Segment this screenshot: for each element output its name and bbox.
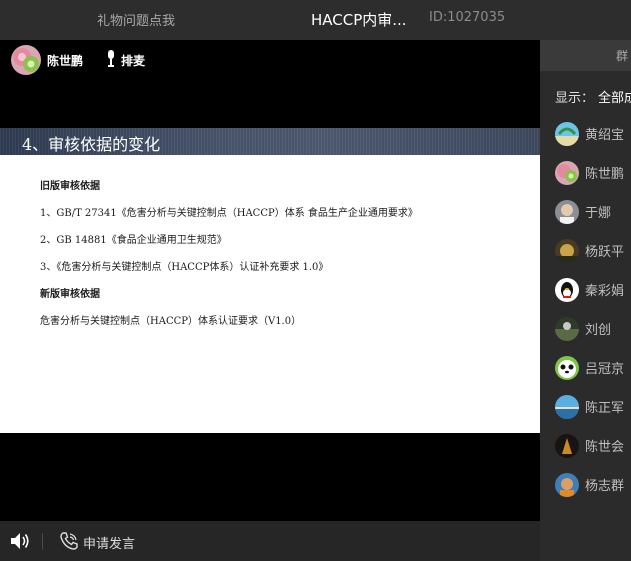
bottom-toolbar: 申请发言	[0, 521, 540, 561]
host-name: 陈世鹏	[47, 53, 84, 68]
slide-line: 新版审核依据	[40, 289, 100, 300]
member-name: 黄绍宝	[585, 128, 625, 143]
slide-title: 4、审核依据的变化	[22, 135, 161, 154]
avatar	[555, 278, 579, 302]
member-list: 黄绍宝 陈世鹏 于娜 杨跃平 秦彩娟 刘创 吕冠京 陈正军 陈世会 杨志群	[555, 120, 631, 510]
member-name: 秦彩娟	[585, 284, 625, 299]
avatar	[555, 200, 579, 224]
slide-body: 旧版审核依据 1、GB/T 27341《危害分析与关键控制点（HACCP）体系 …	[40, 177, 418, 339]
host-info[interactable]: 陈世鹏	[11, 45, 83, 75]
mic-queue-label: 排麦	[121, 53, 146, 68]
member-name: 吕冠京	[585, 362, 625, 377]
room-title: HACCP内审...	[311, 11, 407, 29]
list-item[interactable]: 刘创	[555, 315, 631, 354]
host-avatar	[11, 45, 41, 75]
avatar	[555, 473, 579, 497]
list-item[interactable]: 杨志群	[555, 471, 631, 510]
member-name: 陈世会	[585, 440, 625, 455]
avatar	[555, 161, 579, 185]
presentation-slide: 4、审核依据的变化 旧版审核依据 1、GB/T 27341《危害分析与关键控制点…	[0, 128, 540, 433]
slide-title-banner: 4、审核依据的变化	[0, 128, 540, 155]
avatar	[555, 122, 579, 146]
gift-help-link[interactable]: 礼物问题点我	[97, 10, 175, 29]
group-tab-label: 群	[616, 49, 629, 63]
list-item[interactable]: 陈世会	[555, 432, 631, 471]
filter-label: 显示：	[555, 91, 595, 106]
speaker-icon[interactable]	[10, 532, 30, 554]
member-name: 刘创	[585, 323, 612, 338]
avatar	[555, 317, 579, 341]
apply-speak-button[interactable]: 申请发言	[83, 533, 135, 552]
member-name: 陈正军	[585, 401, 625, 416]
list-item[interactable]: 陈正军	[555, 393, 631, 432]
list-item[interactable]: 吕冠京	[555, 354, 631, 393]
member-panel: 群 显示： 全部成 黄绍宝 陈世鹏 于娜 杨跃平 秦彩娟 刘创 吕冠京 陈正军 …	[540, 40, 631, 561]
list-item[interactable]: 秦彩娟	[555, 276, 631, 315]
avatar	[555, 395, 579, 419]
slide-line: 旧版审核依据	[40, 181, 100, 192]
slide-line: 2、GB 14881《食品企业通用卫生规范》	[40, 235, 227, 246]
toolbar-divider	[42, 533, 43, 550]
slide-line: 1、GB/T 27341《危害分析与关键控制点（HACCP）体系 食品生产企业通…	[40, 208, 418, 219]
live-stage: 陈世鹏 排麦 4、审核依据的变化 旧版审核依据 1、GB/T 27341《危害分…	[0, 40, 540, 521]
microphone-icon	[106, 49, 116, 71]
group-tab[interactable]: 群	[540, 40, 631, 71]
member-name: 于娜	[585, 206, 612, 221]
phone-icon[interactable]	[60, 532, 78, 554]
slide-line: 危害分析与关键控制点（HACCP）体系认证要求（V1.0）	[40, 316, 302, 327]
list-item[interactable]: 杨跃平	[555, 237, 631, 276]
list-item[interactable]: 黄绍宝	[555, 120, 631, 159]
member-name: 陈世鹏	[585, 167, 625, 182]
avatar	[555, 434, 579, 458]
slide-line: 3、《危害分析与关键控制点（HACCP体系）认证补充要求 1.0》	[40, 262, 329, 273]
list-item[interactable]: 于娜	[555, 198, 631, 237]
filter-value: 全部成	[598, 91, 631, 106]
room-id: ID:1027035	[429, 10, 506, 25]
top-bar: 礼物问题点我 HACCP内审... ID:1027035	[0, 0, 631, 40]
member-name: 杨志群	[585, 479, 625, 494]
avatar	[555, 356, 579, 380]
avatar	[555, 239, 579, 263]
display-filter[interactable]: 显示： 全部成	[555, 87, 631, 106]
mic-queue-button[interactable]: 排麦	[106, 49, 146, 71]
member-name: 杨跃平	[585, 245, 625, 260]
list-item[interactable]: 陈世鹏	[555, 159, 631, 198]
